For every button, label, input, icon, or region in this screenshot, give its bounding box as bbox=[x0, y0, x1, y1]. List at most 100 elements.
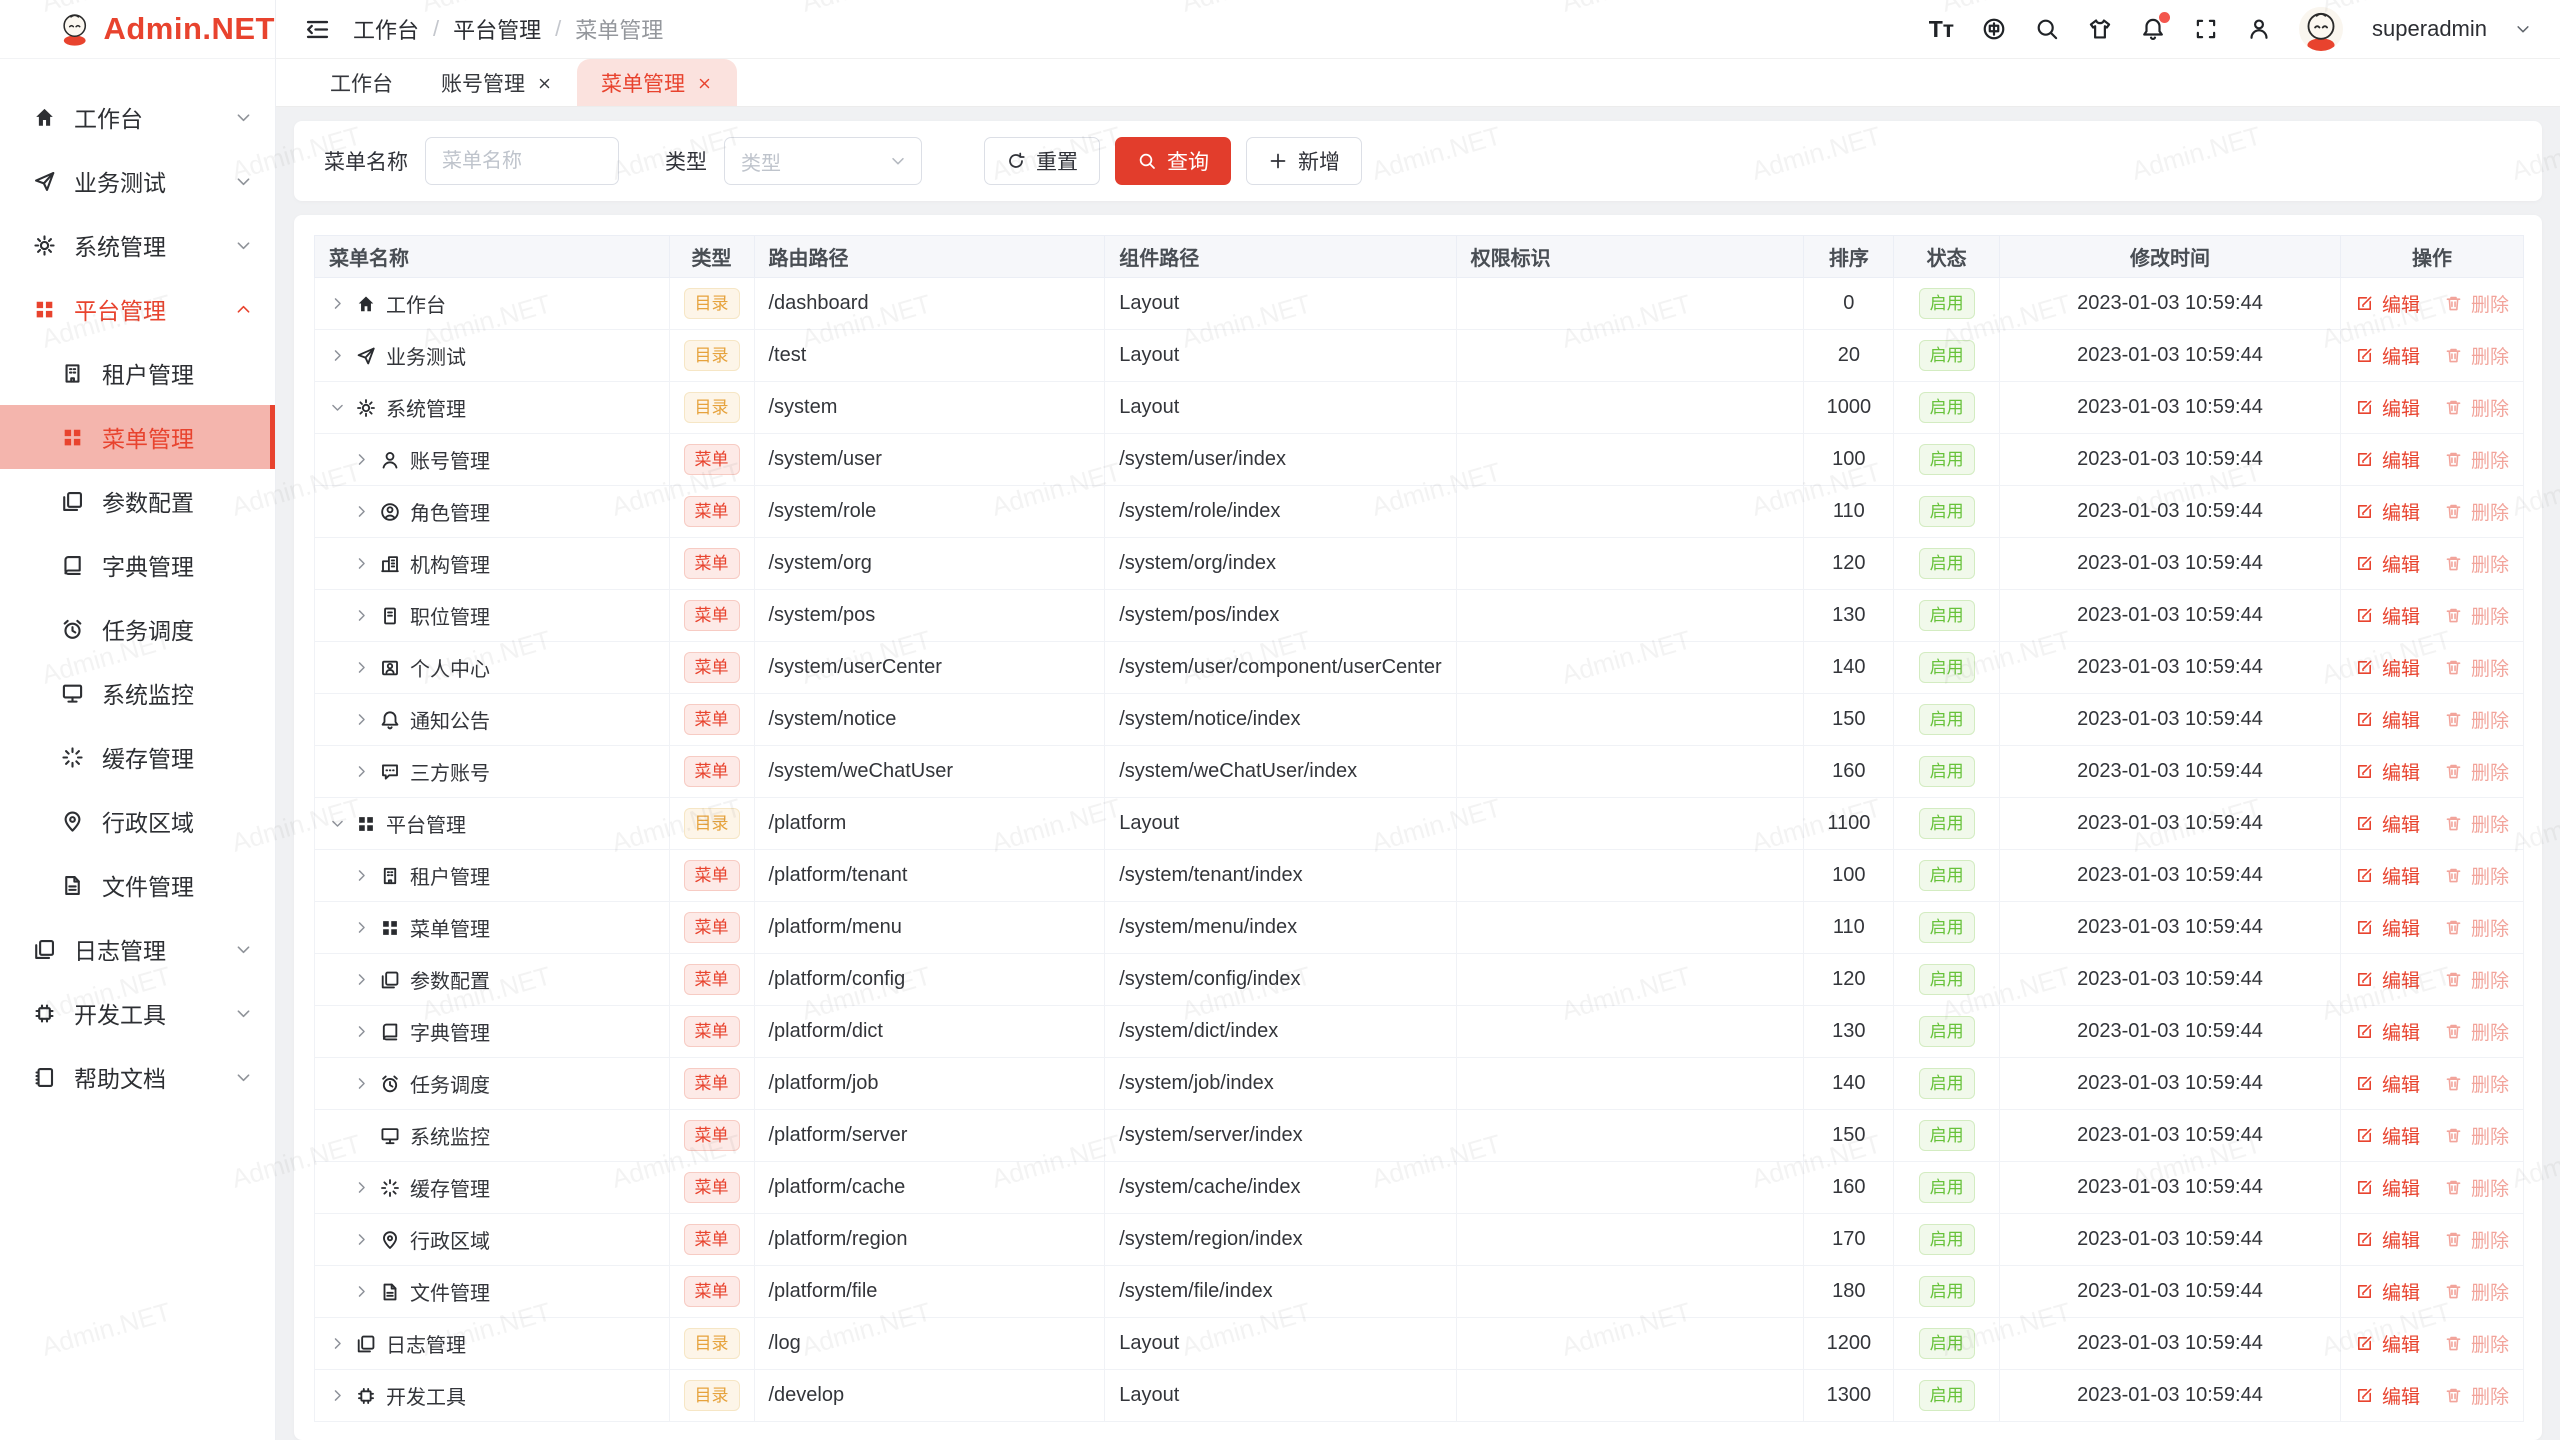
delete-button[interactable]: 删除 bbox=[2444, 966, 2509, 993]
user-avatar[interactable] bbox=[2299, 7, 2343, 51]
tree-expand-icon[interactable] bbox=[353, 1179, 370, 1196]
notification-icon[interactable] bbox=[2140, 16, 2166, 42]
edit-button[interactable]: 编辑 bbox=[2355, 706, 2420, 733]
edit-button[interactable]: 编辑 bbox=[2355, 550, 2420, 577]
edit-button[interactable]: 编辑 bbox=[2355, 654, 2420, 681]
delete-button[interactable]: 删除 bbox=[2444, 394, 2509, 421]
sidebar-item-行政区域[interactable]: 行政区域 bbox=[0, 789, 275, 853]
edit-button[interactable]: 编辑 bbox=[2355, 1382, 2420, 1409]
tree-expand-icon[interactable] bbox=[353, 451, 370, 468]
sidebar-item-任务调度[interactable]: 任务调度 bbox=[0, 597, 275, 661]
search-button[interactable]: 查询 bbox=[1115, 137, 1231, 185]
tree-expand-icon[interactable] bbox=[329, 1387, 346, 1404]
delete-button[interactable]: 删除 bbox=[2444, 446, 2509, 473]
search-icon[interactable] bbox=[2034, 16, 2060, 42]
tree-expand-icon[interactable] bbox=[353, 659, 370, 676]
edit-button[interactable]: 编辑 bbox=[2355, 446, 2420, 473]
edit-button[interactable]: 编辑 bbox=[2355, 810, 2420, 837]
delete-button[interactable]: 删除 bbox=[2444, 342, 2509, 369]
sidebar-item-字典管理[interactable]: 字典管理 bbox=[0, 533, 275, 597]
type-select[interactable]: 类型 bbox=[724, 137, 922, 185]
collapse-sidebar-icon[interactable] bbox=[304, 16, 331, 43]
tree-expand-icon[interactable] bbox=[329, 295, 346, 312]
delete-button[interactable]: 删除 bbox=[2444, 1018, 2509, 1045]
tree-expand-icon[interactable] bbox=[353, 607, 370, 624]
delete-button[interactable]: 删除 bbox=[2444, 602, 2509, 629]
sidebar-item-系统监控[interactable]: 系统监控 bbox=[0, 661, 275, 725]
delete-button[interactable]: 删除 bbox=[2444, 914, 2509, 941]
menu-name-input[interactable] bbox=[425, 137, 619, 185]
chevron-down-icon[interactable] bbox=[2514, 20, 2532, 38]
tab-工作台[interactable]: 工作台 bbox=[306, 59, 417, 106]
delete-button[interactable]: 删除 bbox=[2444, 1226, 2509, 1253]
tree-expand-icon[interactable] bbox=[353, 919, 370, 936]
delete-button[interactable]: 删除 bbox=[2444, 550, 2509, 577]
delete-button[interactable]: 删除 bbox=[2444, 810, 2509, 837]
sidebar-item-菜单管理[interactable]: 菜单管理 bbox=[0, 405, 275, 469]
fullscreen-icon[interactable] bbox=[2193, 16, 2219, 42]
delete-button[interactable]: 删除 bbox=[2444, 758, 2509, 785]
theme-icon[interactable] bbox=[2087, 16, 2113, 42]
tree-collapse-icon[interactable] bbox=[329, 815, 346, 832]
tree-expand-icon[interactable] bbox=[353, 971, 370, 988]
edit-button[interactable]: 编辑 bbox=[2355, 290, 2420, 317]
breadcrumb-item[interactable]: 平台管理 bbox=[453, 13, 541, 45]
sidebar-item-参数配置[interactable]: 参数配置 bbox=[0, 469, 275, 533]
sidebar-item-平台管理[interactable]: 平台管理 bbox=[0, 277, 275, 341]
delete-button[interactable]: 删除 bbox=[2444, 654, 2509, 681]
close-icon[interactable] bbox=[536, 74, 553, 91]
tree-collapse-icon[interactable] bbox=[329, 399, 346, 416]
edit-button[interactable]: 编辑 bbox=[2355, 394, 2420, 421]
tree-expand-icon[interactable] bbox=[353, 763, 370, 780]
delete-button[interactable]: 删除 bbox=[2444, 862, 2509, 889]
edit-button[interactable]: 编辑 bbox=[2355, 1278, 2420, 1305]
sidebar-item-日志管理[interactable]: 日志管理 bbox=[0, 917, 275, 981]
sidebar-item-缓存管理[interactable]: 缓存管理 bbox=[0, 725, 275, 789]
edit-button[interactable]: 编辑 bbox=[2355, 1330, 2420, 1357]
tab-菜单管理[interactable]: 菜单管理 bbox=[577, 59, 737, 106]
tree-expand-icon[interactable] bbox=[353, 503, 370, 520]
tree-expand-icon[interactable] bbox=[353, 711, 370, 728]
edit-button[interactable]: 编辑 bbox=[2355, 1018, 2420, 1045]
delete-button[interactable]: 删除 bbox=[2444, 1070, 2509, 1097]
sidebar-item-租户管理[interactable]: 租户管理 bbox=[0, 341, 275, 405]
tree-expand-icon[interactable] bbox=[353, 1231, 370, 1248]
sidebar-item-帮助文档[interactable]: 帮助文档 bbox=[0, 1045, 275, 1109]
sidebar-item-系统管理[interactable]: 系统管理 bbox=[0, 213, 275, 277]
breadcrumb-item[interactable]: 工作台 bbox=[353, 13, 419, 45]
font-size-icon[interactable]: Tт bbox=[1929, 16, 1954, 42]
edit-button[interactable]: 编辑 bbox=[2355, 758, 2420, 785]
reset-button[interactable]: 重置 bbox=[984, 137, 1100, 185]
delete-button[interactable]: 删除 bbox=[2444, 498, 2509, 525]
delete-button[interactable]: 删除 bbox=[2444, 290, 2509, 317]
breadcrumb-item[interactable]: 菜单管理 bbox=[575, 13, 663, 45]
tree-expand-icon[interactable] bbox=[353, 1023, 370, 1040]
edit-button[interactable]: 编辑 bbox=[2355, 342, 2420, 369]
edit-button[interactable]: 编辑 bbox=[2355, 498, 2420, 525]
tab-账号管理[interactable]: 账号管理 bbox=[417, 59, 577, 106]
tree-expand-icon[interactable] bbox=[353, 555, 370, 572]
tree-expand-icon[interactable] bbox=[329, 1335, 346, 1352]
sidebar-item-业务测试[interactable]: 业务测试 bbox=[0, 149, 275, 213]
sidebar-item-文件管理[interactable]: 文件管理 bbox=[0, 853, 275, 917]
delete-button[interactable]: 删除 bbox=[2444, 1174, 2509, 1201]
delete-button[interactable]: 删除 bbox=[2444, 1330, 2509, 1357]
edit-button[interactable]: 编辑 bbox=[2355, 1070, 2420, 1097]
edit-button[interactable]: 编辑 bbox=[2355, 914, 2420, 941]
delete-button[interactable]: 删除 bbox=[2444, 1122, 2509, 1149]
add-button[interactable]: 新增 bbox=[1246, 137, 1362, 185]
delete-button[interactable]: 删除 bbox=[2444, 1382, 2509, 1409]
edit-button[interactable]: 编辑 bbox=[2355, 1122, 2420, 1149]
username[interactable]: superadmin bbox=[2372, 16, 2487, 42]
language-icon[interactable] bbox=[1981, 16, 2007, 42]
tree-expand-icon[interactable] bbox=[353, 867, 370, 884]
edit-button[interactable]: 编辑 bbox=[2355, 862, 2420, 889]
sidebar-item-开发工具[interactable]: 开发工具 bbox=[0, 981, 275, 1045]
tree-expand-icon[interactable] bbox=[353, 1075, 370, 1092]
edit-button[interactable]: 编辑 bbox=[2355, 966, 2420, 993]
tree-expand-icon[interactable] bbox=[329, 347, 346, 364]
tree-expand-icon[interactable] bbox=[353, 1283, 370, 1300]
delete-button[interactable]: 删除 bbox=[2444, 706, 2509, 733]
sidebar-item-工作台[interactable]: 工作台 bbox=[0, 85, 275, 149]
delete-button[interactable]: 删除 bbox=[2444, 1278, 2509, 1305]
